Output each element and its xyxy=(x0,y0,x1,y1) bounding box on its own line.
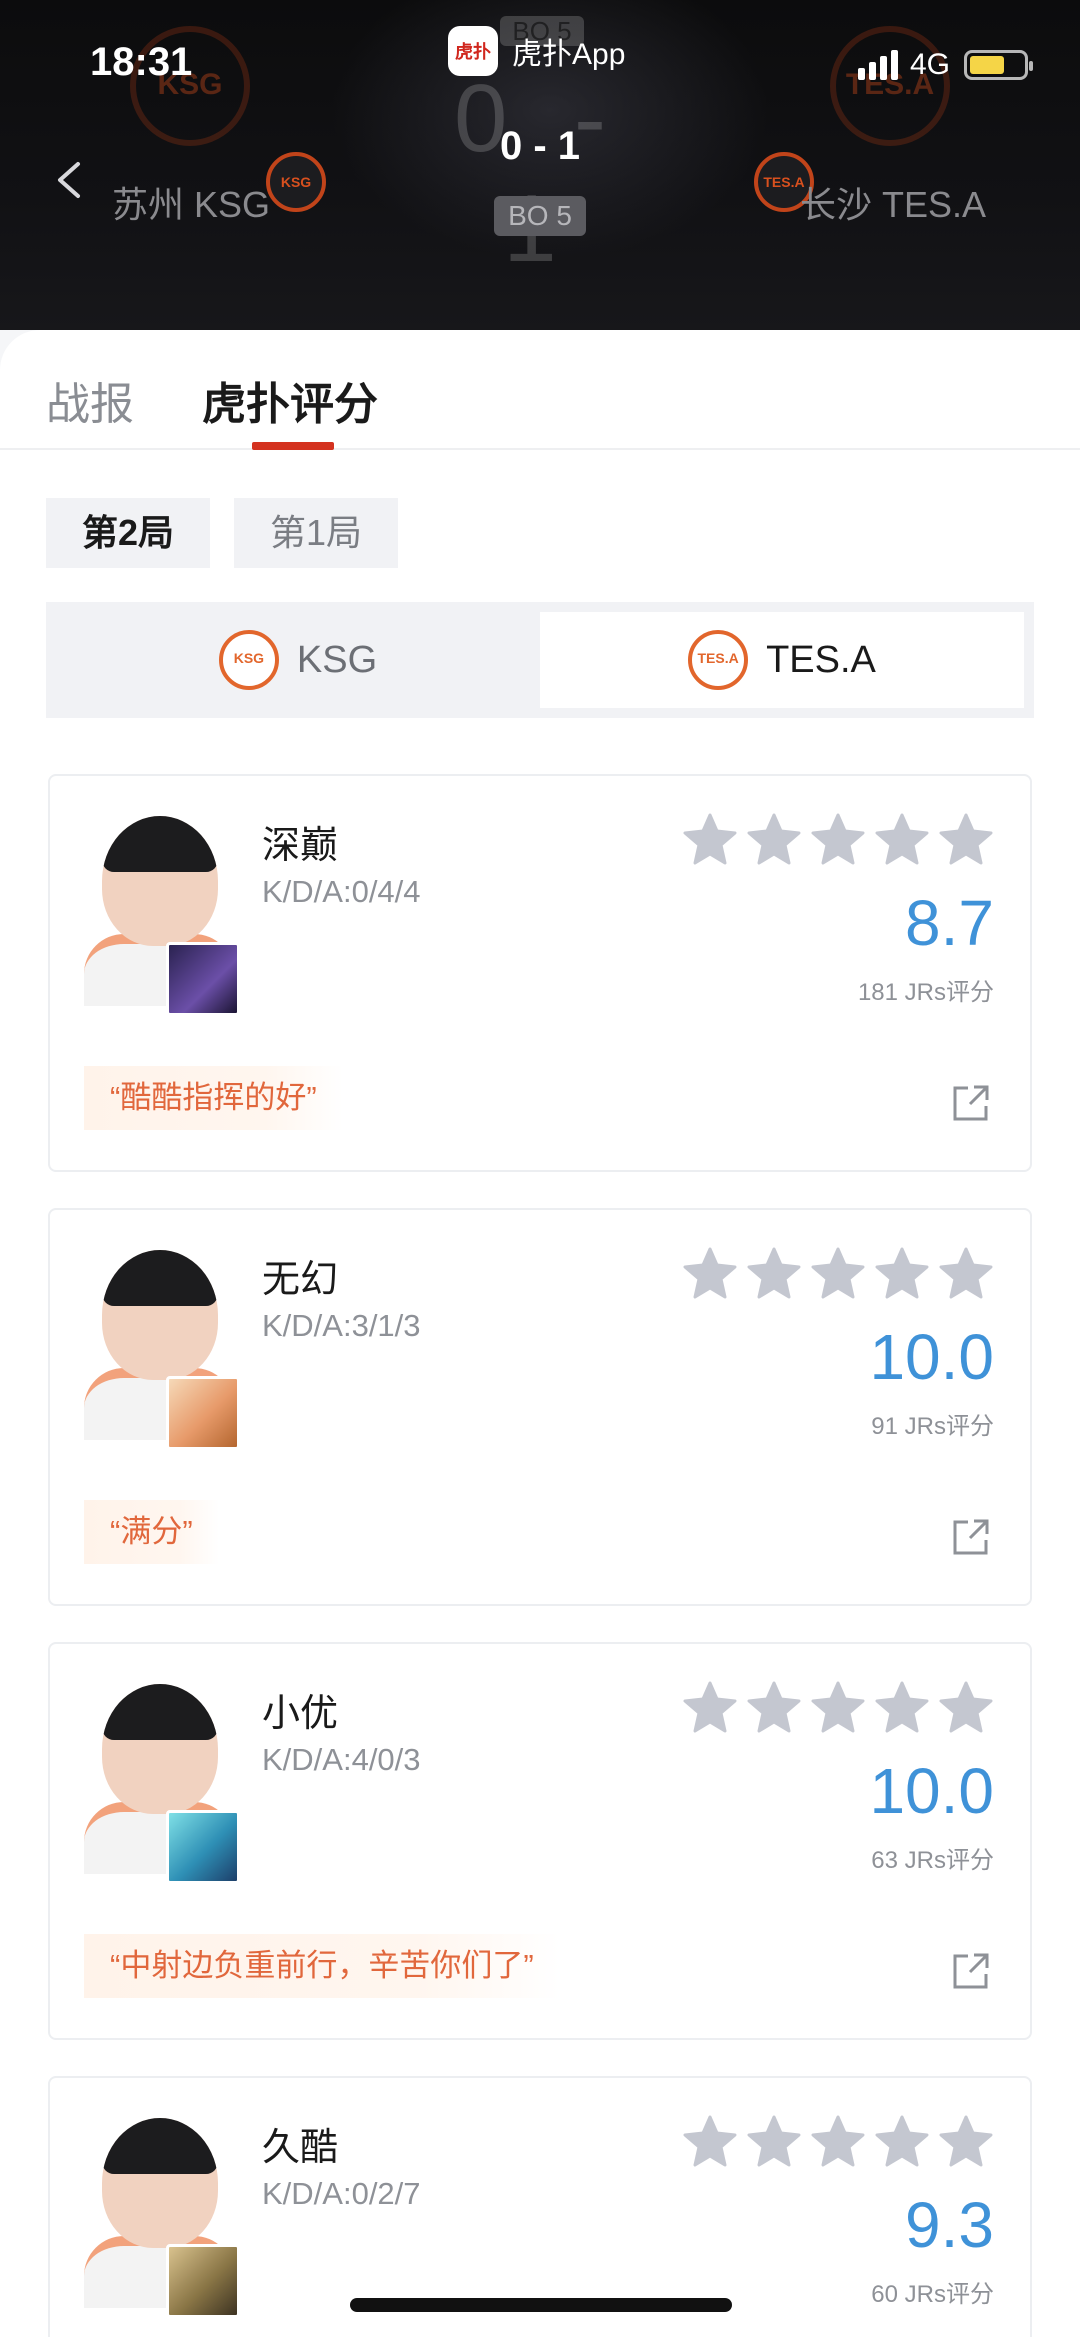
share-icon[interactable] xyxy=(950,1082,992,1124)
player-kda: K/D/A:4/0/3 xyxy=(262,1742,421,1777)
player-kda: K/D/A:0/4/4 xyxy=(262,874,421,909)
player-rating: 9.3 xyxy=(905,2189,994,2261)
network-type: 4G xyxy=(909,48,950,81)
star-icon[interactable] xyxy=(810,1246,866,1302)
screen: KSG TES.A BO 5 0 - 1 18:31 虎扑 虎扑App 4G 苏… xyxy=(0,0,1080,2337)
player-name: 无幻 xyxy=(262,1259,339,1301)
tesa-logo: TES.A xyxy=(688,630,749,690)
game-tab-2[interactable]: 第2局 xyxy=(46,498,211,568)
top-comment[interactable]: “酷酷指挥的好” xyxy=(84,1066,343,1130)
star-icon[interactable] xyxy=(874,2114,930,2170)
player-kda: K/D/A:0/2/7 xyxy=(262,2176,421,2211)
share-icon[interactable] xyxy=(950,1950,992,1992)
battery-icon xyxy=(964,50,1033,80)
status-app-source[interactable]: 虎扑 虎扑App xyxy=(448,26,625,76)
top-comment[interactable]: “中射边负重前行，辛苦你们了” xyxy=(84,1934,560,1998)
tesa-large-logo: TES.A xyxy=(830,26,950,146)
team-switch: KSG KSG TES.A TES.A xyxy=(46,602,1034,718)
team-option-ksg[interactable]: KSG KSG xyxy=(56,612,540,708)
star-icon[interactable] xyxy=(874,1680,930,1736)
player-card[interactable]: 小优 K/D/A:4/0/3 10.0 63 JRs评分 “中射边负重前行，辛苦… xyxy=(48,1642,1032,2040)
player-kda: K/D/A:3/1/3 xyxy=(262,1308,421,1343)
top-comment[interactable]: “满分” xyxy=(84,1500,219,1564)
player-name: 深巅 xyxy=(262,825,339,867)
star-icon[interactable] xyxy=(874,1246,930,1302)
app-name: 虎扑App xyxy=(512,38,626,71)
star-icon[interactable] xyxy=(746,812,802,868)
star-icon[interactable] xyxy=(682,2114,738,2170)
team-option-label: TES.A xyxy=(766,638,876,681)
star-icon[interactable] xyxy=(682,1680,738,1736)
star-icon[interactable] xyxy=(682,812,738,868)
star-icon[interactable] xyxy=(810,1680,866,1736)
star-icon[interactable] xyxy=(938,812,994,868)
hero-portrait xyxy=(166,942,240,1016)
star-icon[interactable] xyxy=(938,1680,994,1736)
team-option-tesa[interactable]: TES.A TES.A xyxy=(540,612,1024,708)
active-tab-indicator xyxy=(252,442,334,450)
left-team-name[interactable]: 苏州 KSG xyxy=(112,176,270,228)
player-rating: 10.0 xyxy=(869,1755,994,1827)
player-name: 久酷 xyxy=(262,2127,339,2169)
player-name: 小优 xyxy=(262,1693,339,1735)
match-score: 0 - 1 xyxy=(499,124,581,168)
rating-count: 60 JRs评分 xyxy=(871,2281,994,2308)
player-rating: 10.0 xyxy=(869,1321,994,1393)
player-card[interactable]: 无幻 K/D/A:3/1/3 10.0 91 JRs评分 “满分” xyxy=(48,1208,1032,1606)
main-tabs: 战报 虎扑评分 xyxy=(0,330,1080,450)
hero-portrait xyxy=(166,1376,240,1450)
star-icon[interactable] xyxy=(682,1246,738,1302)
star-icon[interactable] xyxy=(746,1680,802,1736)
star-icon[interactable] xyxy=(810,2114,866,2170)
right-team-name[interactable]: 长沙 TES.A xyxy=(800,176,986,228)
hero-portrait xyxy=(166,1810,240,1884)
status-indicators: 4G xyxy=(857,48,1033,82)
rating-count: 91 JRs评分 xyxy=(871,1413,994,1440)
rating-count: 181 JRs评分 xyxy=(857,979,994,1006)
rating-stars[interactable] xyxy=(682,1680,994,1736)
rating-stars[interactable] xyxy=(682,812,994,868)
tab-battle-report[interactable]: 战报 xyxy=(46,368,134,432)
rating-count: 63 JRs评分 xyxy=(871,1847,994,1874)
ksg-logo: KSG xyxy=(218,630,279,690)
hero-portrait xyxy=(166,2244,240,2318)
ghost-score: 0 - 1 xyxy=(453,65,627,282)
chevron-left-icon xyxy=(58,162,80,198)
match-header: KSG TES.A BO 5 0 - 1 18:31 虎扑 虎扑App 4G 苏… xyxy=(0,0,1080,330)
team-option-label: KSG xyxy=(296,638,378,681)
status-time: 18:31 xyxy=(90,40,193,84)
star-icon[interactable] xyxy=(746,1246,802,1302)
star-icon[interactable] xyxy=(810,812,866,868)
star-icon[interactable] xyxy=(938,1246,994,1302)
game-tab-1[interactable]: 第1局 xyxy=(234,498,399,568)
rating-stars[interactable] xyxy=(682,2114,994,2170)
player-card[interactable]: 深巅 K/D/A:0/4/4 8.7 181 JRs评分 “酷酷指挥的好” xyxy=(48,774,1032,1172)
star-icon[interactable] xyxy=(874,812,930,868)
rating-stars[interactable] xyxy=(682,1246,994,1302)
share-icon[interactable] xyxy=(950,1516,992,1558)
tab-hupu-rating[interactable]: 虎扑评分 xyxy=(202,368,378,432)
star-icon[interactable] xyxy=(938,2114,994,2170)
ksg-logo[interactable]: KSG xyxy=(266,152,326,212)
star-icon[interactable] xyxy=(746,2114,802,2170)
game-selector: 第2局 第1局 xyxy=(46,498,399,568)
hupu-app-icon: 虎扑 xyxy=(448,26,498,76)
best-of-badge: BO 5 xyxy=(494,196,586,236)
signal-icon xyxy=(857,50,898,80)
player-rating: 8.7 xyxy=(905,887,994,959)
home-indicator[interactable] xyxy=(350,2298,732,2312)
back-button[interactable] xyxy=(54,160,84,200)
